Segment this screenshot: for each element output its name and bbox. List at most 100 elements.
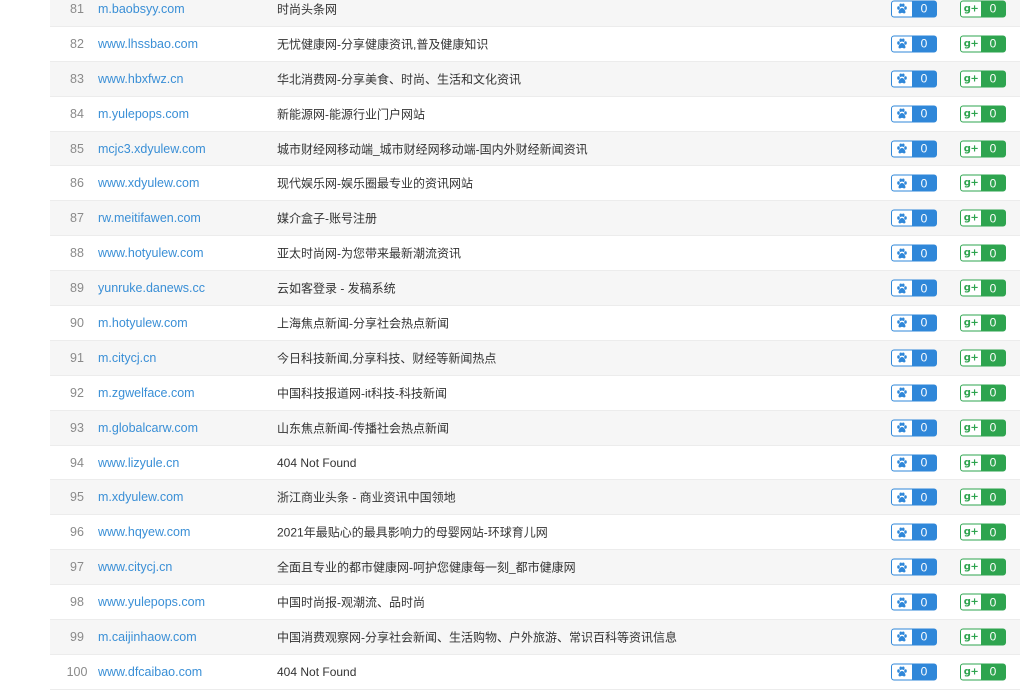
google-index-button[interactable]: g+ 0 (960, 488, 1006, 506)
google-index-button[interactable]: g+ 0 (960, 140, 1006, 157)
google-plus-icon: g+ (961, 350, 981, 366)
baidu-index-button[interactable]: 0 (891, 523, 937, 541)
table-row: 89 yunruke.danews.cc 云如客登录 - 发稿系统 0 g+ 0 (50, 271, 1020, 307)
table-row: 94 www.lizyule.cn 404 Not Found 0 g+ 0 (50, 446, 1020, 481)
baidu-count: 0 (920, 629, 928, 644)
google-count: 0 (989, 455, 997, 470)
google-index-button[interactable]: g+ 0 (960, 349, 1006, 367)
domain-link[interactable]: www.dfcaibao.com (98, 665, 202, 679)
site-title: 404 Not Found (277, 455, 357, 470)
domain-link[interactable]: m.baobsyy.com (98, 2, 185, 16)
google-index-button[interactable]: g+ 0 (960, 244, 1006, 262)
baidu-index-button[interactable]: 0 (891, 70, 937, 88)
google-index-button[interactable]: g+ 0 (960, 105, 1006, 123)
baidu-count: 0 (920, 106, 928, 121)
google-index-button[interactable]: g+ 0 (960, 454, 1006, 472)
baidu-index-button[interactable]: 0 (891, 384, 937, 402)
google-count: 0 (989, 281, 997, 296)
site-title: 上海焦点新闻-分享社会热点新闻 (277, 316, 449, 331)
baidu-index-button[interactable]: 0 (891, 628, 937, 646)
row-number: 86 (70, 176, 84, 191)
baidu-index-button[interactable]: 0 (891, 279, 937, 297)
table-row: 93 m.globalcarw.com 山东焦点新闻-传播社会热点新闻 0 g+ (50, 410, 1020, 446)
baidu-index-button[interactable]: 0 (891, 209, 937, 227)
domain-link[interactable]: m.caijinhaow.com (98, 630, 197, 644)
google-index-button[interactable]: g+ 0 (960, 209, 1006, 227)
google-plus-icon: g+ (961, 629, 981, 645)
baidu-index-button[interactable]: 0 (891, 488, 937, 506)
baidu-index-button[interactable]: 0 (891, 314, 937, 332)
baidu-index-button[interactable]: 0 (891, 558, 937, 576)
row-number: 92 (70, 385, 84, 400)
row-number: 98 (70, 595, 84, 610)
baidu-index-button[interactable]: 0 (891, 105, 937, 123)
google-index-button[interactable]: g+ 0 (960, 523, 1006, 541)
domain-link[interactable]: mcjc3.xdyulew.com (98, 142, 206, 156)
baidu-index-button[interactable]: 0 (891, 174, 937, 192)
domain-link[interactable]: www.yulepops.com (98, 595, 205, 609)
domain-link[interactable]: m.citycj.cn (98, 351, 156, 365)
domain-link[interactable]: yunruke.danews.cc (98, 281, 205, 295)
row-number: 94 (70, 455, 84, 470)
paw-icon (892, 385, 912, 401)
google-index-button[interactable]: g+ 0 (960, 174, 1006, 192)
paw-icon (892, 489, 912, 505)
google-index-button[interactable]: g+ 0 (960, 70, 1006, 88)
google-index-button[interactable]: g+ 0 (960, 628, 1006, 646)
google-index-button[interactable]: g+ 0 (960, 0, 1006, 18)
site-title: 时尚头条网 (277, 2, 338, 17)
domain-link[interactable]: m.xdyulew.com (98, 490, 183, 504)
baidu-index-button[interactable]: 0 (891, 35, 937, 53)
baidu-index-button[interactable]: 0 (891, 244, 937, 262)
domain-link[interactable]: rw.meitifawen.com (98, 211, 201, 225)
google-index-button[interactable]: g+ 0 (960, 558, 1006, 576)
google-index-button[interactable]: g+ 0 (960, 663, 1006, 681)
baidu-index-button[interactable]: 0 (891, 593, 937, 611)
domain-link[interactable]: www.hqyew.com (98, 525, 190, 539)
baidu-count: 0 (920, 595, 928, 610)
google-index-button[interactable]: g+ 0 (960, 384, 1006, 402)
domain-link[interactable]: www.lizyule.cn (98, 456, 179, 470)
domain-link[interactable]: m.yulepops.com (98, 107, 189, 121)
baidu-count: 0 (920, 1, 928, 16)
domain-link[interactable]: www.xdyulew.com (98, 176, 199, 190)
google-count: 0 (989, 490, 997, 505)
google-plus-icon: g+ (961, 664, 981, 680)
site-title: 404 Not Found (277, 664, 357, 679)
google-index-button[interactable]: g+ 0 (960, 419, 1006, 437)
row-number: 97 (70, 560, 84, 575)
baidu-index-button[interactable]: 0 (891, 663, 937, 681)
domain-link[interactable]: www.citycj.cn (98, 560, 172, 574)
baidu-index-button[interactable]: 0 (891, 419, 937, 437)
baidu-index-button[interactable]: 0 (891, 454, 937, 472)
domain-link[interactable]: www.hotyulew.com (98, 246, 204, 260)
baidu-count: 0 (920, 71, 928, 86)
table-row: 97 www.citycj.cn 全面且专业的都市健康网-呵护您健康每一刻_都市… (50, 550, 1020, 586)
google-plus-icon: g+ (961, 36, 981, 52)
domain-link[interactable]: www.hbxfwz.cn (98, 72, 183, 86)
paw-icon (892, 664, 912, 680)
google-index-button[interactable]: g+ 0 (960, 593, 1006, 611)
google-index-button[interactable]: g+ 0 (960, 314, 1006, 332)
baidu-count: 0 (920, 525, 928, 540)
baidu-index-button[interactable]: 0 (891, 140, 937, 157)
table-row: 85 mcjc3.xdyulew.com 城市财经网移动端_城市财经网移动端-国… (50, 131, 1020, 167)
domain-link[interactable]: m.globalcarw.com (98, 421, 198, 435)
row-number: 89 (70, 281, 84, 296)
google-plus-icon: g+ (961, 141, 981, 156)
table-row: 96 www.hqyew.com 2021年最贴心的最具影响力的母婴网站-环球育… (50, 515, 1020, 551)
google-index-button[interactable]: g+ 0 (960, 279, 1006, 297)
site-title: 中国时尚报-观潮流、品时尚 (277, 595, 425, 610)
paw-icon (892, 629, 912, 645)
google-plus-icon: g+ (961, 106, 981, 122)
google-plus-icon: g+ (961, 420, 981, 436)
row-number: 95 (70, 490, 84, 505)
domain-link[interactable]: www.lhssbao.com (98, 37, 198, 51)
google-index-button[interactable]: g+ 0 (960, 35, 1006, 53)
baidu-index-button[interactable]: 0 (891, 0, 937, 18)
domain-link[interactable]: m.zgwelface.com (98, 386, 195, 400)
baidu-index-button[interactable]: 0 (891, 349, 937, 367)
paw-icon (892, 524, 912, 540)
domain-link[interactable]: m.hotyulew.com (98, 316, 188, 330)
baidu-count: 0 (920, 36, 928, 51)
